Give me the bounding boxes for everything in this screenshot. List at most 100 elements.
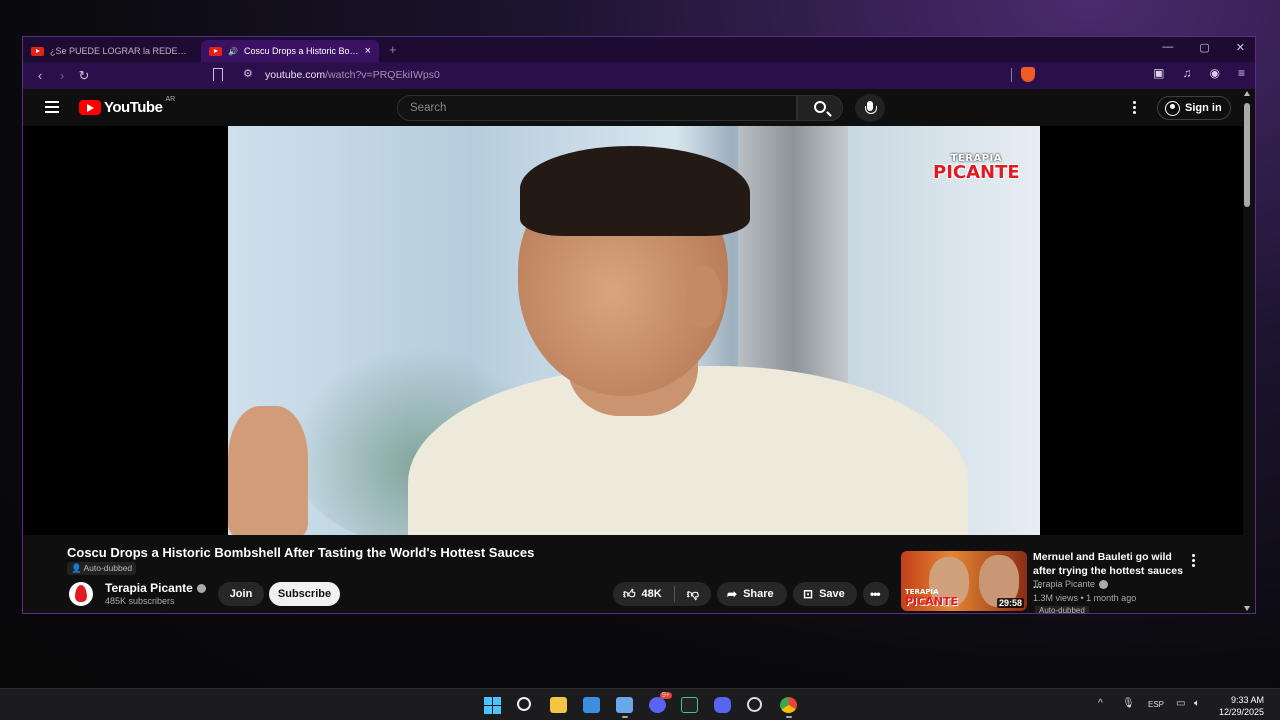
youtube-header: YouTube AR Search Sign in xyxy=(23,89,1243,126)
file-explorer-icon[interactable] xyxy=(550,697,567,713)
hamburger-menu-icon[interactable] xyxy=(45,101,59,116)
share-button[interactable]: ➦ Share xyxy=(717,582,787,606)
chrome-icon[interactable] xyxy=(780,697,797,713)
subscriber-count: 485K subscribers xyxy=(105,596,175,606)
share-icon: ➦ xyxy=(727,587,738,601)
media-icon[interactable]: ▣ xyxy=(1153,66,1164,80)
sign-in-button[interactable]: Sign in xyxy=(1157,96,1231,120)
like-icon[interactable]: 👍︎ xyxy=(623,587,636,602)
extension-icon[interactable]: ◉ xyxy=(1210,66,1220,80)
taskbar: 9+ ^ 🎙︎ ESP ▭ 🔈︎ 9:33 AM 12/29/2025 xyxy=(0,688,1280,720)
person-ear xyxy=(686,266,722,328)
minimize-button[interactable]: — xyxy=(1162,41,1173,54)
store-icon[interactable] xyxy=(583,697,600,713)
scroll-up-icon[interactable] xyxy=(1244,91,1250,96)
terminal-icon[interactable] xyxy=(681,697,698,713)
tab-active[interactable]: 🔊 Coscu Drops a Historic Bombshell × xyxy=(201,40,379,62)
volume-icon[interactable]: 🔈︎ xyxy=(1194,698,1200,709)
save-icon: ⊡ xyxy=(803,587,814,601)
tab-strip: ¿Se PUEDE LOGRAR la REDENCIÓN? 🔊 Coscu D… xyxy=(23,37,1255,62)
microphone-icon[interactable]: 🎙︎ xyxy=(1122,698,1135,709)
github-icon[interactable] xyxy=(747,697,762,712)
search-input[interactable]: Search xyxy=(397,95,797,121)
back-icon[interactable]: ‹ xyxy=(29,68,51,83)
more-actions-button[interactable]: ••• xyxy=(863,582,889,606)
recommended-thumbnail[interactable]: TERAPIA PICANTE 29:58 xyxy=(901,551,1027,611)
youtube-favicon-icon xyxy=(209,46,222,56)
search-button[interactable] xyxy=(797,95,843,121)
network-icon[interactable]: ▭ xyxy=(1176,698,1185,709)
thumb-brand: TERAPIA PICANTE xyxy=(905,588,958,608)
site-info-icon[interactable]: ⚙ xyxy=(243,67,253,80)
video-duration: 29:58 xyxy=(996,598,1024,608)
voice-search-icon[interactable] xyxy=(855,94,885,122)
speaker-icon[interactable]: 🔊 xyxy=(228,47,238,56)
tab-inactive[interactable]: ¿Se PUEDE LOGRAR la REDENCIÓN? xyxy=(23,40,201,62)
pinned-app-icon[interactable] xyxy=(616,697,633,713)
sign-in-label: Sign in xyxy=(1185,102,1222,114)
recommended-menu-icon[interactable] xyxy=(1192,554,1196,569)
forward-icon[interactable]: › xyxy=(51,68,73,83)
notification-badge: 9+ xyxy=(660,692,672,699)
tab-title: ¿Se PUEDE LOGRAR la REDENCIÓN? xyxy=(50,46,193,56)
join-button[interactable]: Join xyxy=(218,582,264,606)
scroll-down-icon[interactable] xyxy=(1244,606,1250,611)
music-icon[interactable]: ♫ xyxy=(1183,66,1192,80)
settings-kebab-icon[interactable] xyxy=(1133,101,1137,116)
dislike-icon[interactable]: 👎︎ xyxy=(687,587,699,602)
divider xyxy=(673,586,675,602)
video-player[interactable]: TERAPIA PICANTE xyxy=(23,126,1243,535)
bookmark-icon[interactable] xyxy=(213,68,223,81)
video-title: Coscu Drops a Historic Bombshell After T… xyxy=(67,545,535,560)
window-controls: — ▢ ✕ xyxy=(1162,41,1245,54)
tab-title: Coscu Drops a Historic Bombshell xyxy=(243,46,359,56)
recommended-meta: 1.3M views • 1 month ago xyxy=(1033,593,1137,603)
channel-avatar[interactable] xyxy=(69,582,93,606)
menu-icon[interactable]: ≡ xyxy=(1238,66,1245,80)
reload-icon[interactable]: ↻ xyxy=(73,68,95,84)
running-indicator xyxy=(786,716,792,718)
share-label: Share xyxy=(743,588,774,600)
toolbar-right: ▣ ♫ ◉ ≡ xyxy=(1153,66,1245,80)
clock-date: 12/29/2025 xyxy=(1218,707,1264,717)
language-indicator[interactable]: ESP xyxy=(1148,700,1164,709)
chat-app-icon[interactable] xyxy=(649,697,666,713)
recommended-auto-dubbed-badge: Auto-dubbed xyxy=(1035,606,1089,613)
youtube-play-icon xyxy=(79,100,101,115)
like-dislike-group: 👍︎ 48K 👎︎ xyxy=(613,582,711,606)
video-frame[interactable]: TERAPIA PICANTE xyxy=(228,126,1040,535)
person-hand xyxy=(228,406,308,535)
scroll-thumb[interactable] xyxy=(1244,103,1250,207)
address-bar: ‹ › ↻ ⚙ youtube.com/watch?v=PRQEkiIWps0 … xyxy=(23,62,1255,89)
discord-icon[interactable] xyxy=(714,697,731,713)
running-indicator xyxy=(622,716,628,718)
youtube-favicon-icon xyxy=(31,46,44,56)
youtube-logo[interactable]: YouTube AR xyxy=(79,96,175,116)
search-icon[interactable] xyxy=(517,697,531,711)
channel-name[interactable]: Terapia Picante xyxy=(105,581,206,595)
url-field[interactable]: youtube.com/watch?v=PRQEkiIWps0 xyxy=(265,69,440,81)
verified-icon xyxy=(1099,580,1109,590)
youtube-wordmark: YouTube xyxy=(104,99,163,116)
person-hair xyxy=(520,146,750,236)
channel-watermark: TERAPIA PICANTE xyxy=(933,154,1020,182)
close-tab-icon[interactable]: × xyxy=(365,45,371,57)
save-label: Save xyxy=(819,588,845,600)
account-icon xyxy=(1165,100,1180,116)
search-icon xyxy=(814,101,826,113)
auto-dubbed-badge: 👤 Auto-dubbed xyxy=(67,562,137,575)
like-count[interactable]: 48K xyxy=(642,588,662,600)
recommended-channel[interactable]: Terapia Picante xyxy=(1033,579,1109,590)
maximize-button[interactable]: ▢ xyxy=(1199,41,1209,54)
new-tab-button[interactable]: + xyxy=(389,42,397,57)
scrollbar[interactable] xyxy=(1243,91,1251,611)
tray-overflow-icon[interactable]: ^ xyxy=(1098,698,1103,709)
save-button[interactable]: ⊡ Save xyxy=(793,582,857,606)
browser-window: ¿Se PUEDE LOGRAR la REDENCIÓN? 🔊 Coscu D… xyxy=(22,36,1256,614)
verified-icon xyxy=(196,584,206,594)
close-window-button[interactable]: ✕ xyxy=(1236,41,1245,54)
brave-shield-icon[interactable] xyxy=(1021,67,1035,82)
system-clock[interactable]: 9:33 AM 12/29/2025 xyxy=(1219,694,1264,718)
subscribe-button[interactable]: Subscribe xyxy=(269,582,340,606)
start-icon[interactable] xyxy=(484,697,501,714)
